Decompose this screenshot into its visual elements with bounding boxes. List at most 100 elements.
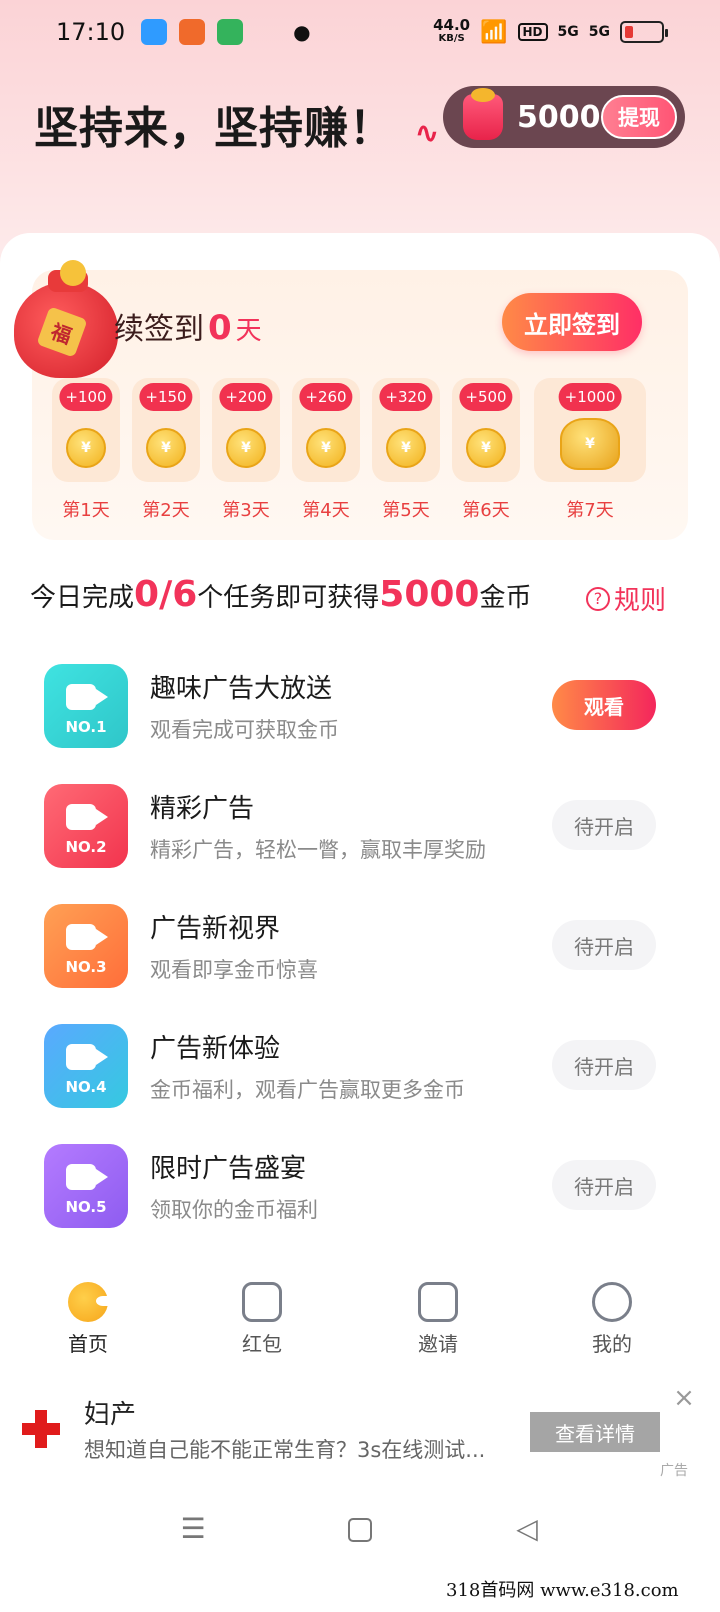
store-app-icon (179, 19, 206, 45)
rules-link[interactable]: ? 规则 (586, 580, 666, 617)
invite-icon (418, 1282, 458, 1322)
task-title: 限时广告盛宴 (150, 1154, 307, 1184)
day-label: 第1天 (62, 500, 110, 521)
task-description: 精彩广告，轻松一瞥，赢取丰厚奖励 (150, 838, 486, 862)
nav-item-home[interactable]: 首页 (38, 1276, 138, 1357)
nav-label: 首页 (68, 1332, 108, 1356)
home-icon (68, 1282, 110, 1322)
summary-unit: 金币 (479, 583, 532, 613)
gold-coin-icon: ¥ (306, 428, 346, 468)
swirl-decoration-icon: ∿ (414, 116, 441, 151)
task-title: 广告新体验 (150, 1034, 281, 1064)
task-row-4: NO.4 广告新体验 金币福利，观看广告赢取更多金币 待开启 (44, 1024, 664, 1108)
signal-5g-icon: 5G (557, 24, 579, 40)
task-description: 金币福利，观看广告赢取更多金币 (150, 1078, 465, 1102)
day-bonus-badge: +260 (299, 383, 353, 411)
watch-button[interactable]: 观看 (552, 680, 656, 730)
video-camera-icon: NO.3 (44, 904, 128, 988)
bottom-nav: 首页 红包 邀请 我的 (0, 1276, 720, 1376)
task-row-2: NO.2 精彩广告 精彩广告，轻松一瞥，赢取丰厚奖励 待开启 (44, 784, 664, 868)
network-speed-unit: KB/S (438, 33, 465, 44)
task-description: 观看完成可获取金币 (150, 718, 339, 742)
signin-day-6: +500 ¥ (452, 378, 520, 482)
gold-coin-icon: ¥ (386, 428, 426, 468)
slogan-text: 坚持来，坚持赚！ (34, 103, 394, 154)
red-cross-logo-icon (18, 1406, 64, 1452)
browser-app-icon (141, 19, 168, 45)
gold-coin-icon (60, 260, 86, 286)
task-title: 广告新视界 (150, 914, 281, 944)
red-packet-icon (242, 1282, 282, 1322)
task-row-5: NO.5 限时广告盛宴 领取你的金币福利 待开启 (44, 1144, 664, 1228)
nav-item-profile[interactable]: 我的 (562, 1276, 662, 1357)
ad-banner[interactable]: 妇产 想知道自己能不能正常生育？3s在线测试... 查看详情 × 广告 (0, 1384, 720, 1484)
wifi-icon: 📶 (480, 19, 508, 45)
signin-days-unit: 天 (235, 316, 262, 346)
nav-item-invite[interactable]: 邀请 (388, 1276, 488, 1357)
task-number: NO.3 (65, 958, 107, 976)
task-description: 观看即享金币惊喜 (150, 958, 318, 982)
video-camera-icon: NO.2 (44, 784, 128, 868)
day-label: 第3天 (222, 500, 270, 521)
ad-tag: 广告 (660, 1463, 688, 1479)
task-number: NO.4 (65, 1078, 107, 1096)
pending-button[interactable]: 待开启 (552, 1160, 656, 1210)
signin-now-button[interactable]: 立即签到 (502, 293, 642, 351)
coin-balance-value: 5000 (517, 99, 601, 135)
day-bonus-badge: +150 (139, 383, 193, 411)
message-app-icon (217, 19, 244, 45)
red-packet-icon (463, 88, 503, 140)
question-icon: ? (586, 586, 610, 611)
menu-icon[interactable]: ☰ (178, 1514, 208, 1544)
pending-button[interactable]: 待开启 (552, 920, 656, 970)
task-summary: 今日完成 0/6 个任务即可获得 5000 金币 (30, 574, 532, 615)
signin-day-1: +100 ¥ (52, 378, 120, 482)
gold-coin-icon: ¥ (466, 428, 506, 468)
task-description: 领取你的金币福利 (150, 1198, 318, 1222)
nav-item-red-packet[interactable]: 红包 (212, 1276, 312, 1357)
task-title: 趣味广告大放送 (150, 674, 333, 704)
close-icon[interactable]: × (670, 1384, 698, 1412)
summary-middle: 个任务即可获得 (197, 583, 380, 613)
gold-coin-icon: ¥ (66, 428, 106, 468)
pending-button[interactable]: 待开启 (552, 800, 656, 850)
gold-coin-icon: ¥ (146, 428, 186, 468)
ad-description: 想知道自己能不能正常生育？3s在线测试... (84, 1438, 486, 1462)
video-camera-icon: NO.1 (44, 664, 128, 748)
status-bar: 17:10 ● 44.0 KB/S 📶 HD 5G 5G (0, 0, 720, 64)
signin-day-7: +1000 ¥ (534, 378, 646, 482)
system-nav-bar: ☰ ◁ (0, 1490, 720, 1570)
coin-pile-icon: ¥ (560, 418, 620, 470)
day-label: 第5天 (382, 500, 430, 521)
coin-balance-pill[interactable]: 5000 提现 (443, 86, 685, 148)
summary-prefix: 今日完成 (30, 583, 135, 613)
status-time: 17:10 (56, 18, 126, 46)
nav-label: 红包 (242, 1332, 282, 1356)
day-label: 第2天 (142, 500, 190, 521)
lucky-bag-icon: 福 (14, 260, 118, 378)
task-row-1: NO.1 趣味广告大放送 观看完成可获取金币 观看 (44, 664, 664, 748)
home-square-icon[interactable] (348, 1518, 372, 1542)
task-number: NO.5 (65, 1198, 107, 1216)
day-bonus-badge: +100 (59, 383, 113, 411)
video-camera-icon: NO.5 (44, 1144, 128, 1228)
rules-label: 规则 (614, 586, 667, 616)
signin-title-label: 续签到 (114, 312, 204, 347)
network-speed: 44.0 KB/S (433, 18, 470, 46)
network-speed-value: 44.0 (433, 16, 471, 34)
day-bonus-badge: +500 (459, 383, 513, 411)
day-bonus-badge: +200 (219, 383, 273, 411)
task-row-3: NO.3 广告新视界 观看即享金币惊喜 待开启 (44, 904, 664, 988)
signin-day-5: +320 ¥ (372, 378, 440, 482)
video-camera-icon: NO.4 (44, 1024, 128, 1108)
day-label: 第7天 (566, 500, 614, 521)
withdraw-button[interactable]: 提现 (601, 95, 677, 139)
ad-details-button[interactable]: 查看详情 (530, 1412, 660, 1452)
pending-button[interactable]: 待开启 (552, 1040, 656, 1090)
page-slogan: 坚持来，坚持赚！ ∿ (34, 92, 440, 156)
back-icon[interactable]: ◁ (512, 1514, 542, 1544)
signin-streak-title: 续签到 0 天 (114, 304, 262, 348)
nav-label: 邀请 (418, 1332, 458, 1356)
signin-day-4: +260 ¥ (292, 378, 360, 482)
task-title: 精彩广告 (150, 794, 255, 824)
